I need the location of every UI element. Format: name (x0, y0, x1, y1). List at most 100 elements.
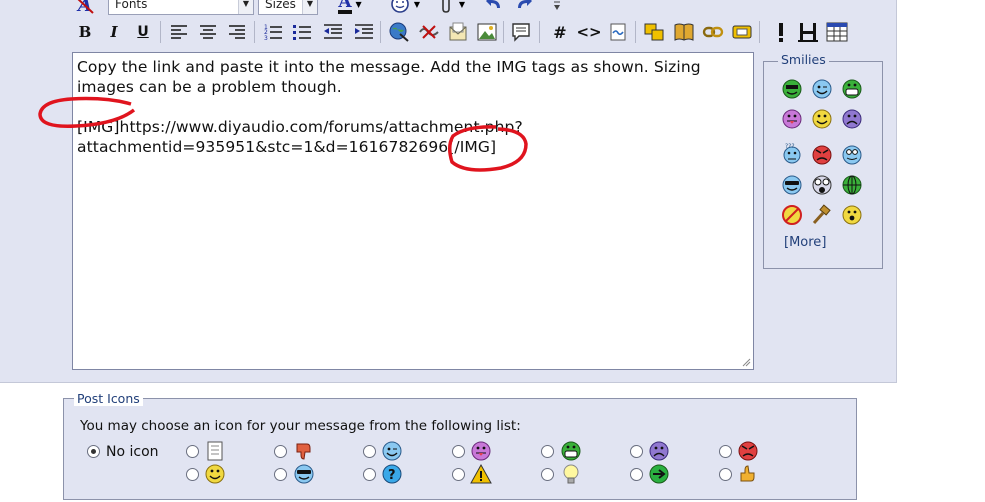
html-code-button[interactable]: <> (576, 21, 602, 43)
ordered-list-button[interactable]: 123 (262, 21, 284, 43)
size-select[interactable]: Sizes ▼ (258, 0, 318, 15)
indent-icon (355, 24, 373, 39)
attachment-menu-button[interactable]: ▼ (432, 0, 472, 15)
smiley-green-icon[interactable] (781, 78, 803, 100)
quote-button[interactable] (510, 21, 532, 43)
font-select-value: Fonts (115, 0, 148, 11)
lightbulb-icon (563, 464, 579, 484)
post-icon-radio[interactable] (363, 468, 376, 481)
post-icon-radio[interactable] (186, 468, 199, 481)
bold-button[interactable]: B (74, 21, 96, 43)
warning-icon (470, 463, 492, 484)
hammer-icon[interactable] (811, 204, 833, 226)
smiley-forbidden-icon[interactable] (781, 204, 803, 226)
smiley-grin-icon[interactable] (841, 78, 863, 100)
smiley-confused-icon[interactable]: ??? (781, 142, 803, 164)
media-button[interactable] (731, 21, 753, 43)
paperclip-icon (442, 0, 450, 13)
book-button[interactable] (673, 21, 695, 43)
smiley-mad-icon[interactable] (811, 144, 833, 166)
toolbar-separator (539, 21, 540, 43)
toolbar-separator (635, 21, 636, 43)
email-link-button[interactable] (447, 21, 469, 43)
undo-button[interactable] (484, 0, 506, 14)
question-icon: ? (382, 464, 402, 484)
align-left-icon (171, 25, 187, 39)
underline-button[interactable]: U (132, 21, 154, 43)
spoiler-button[interactable] (643, 21, 665, 43)
highlight-button[interactable] (770, 21, 792, 43)
thumbs-up-icon (740, 465, 755, 482)
smiley-eek-icon[interactable] (811, 174, 833, 196)
toolbar-separator (254, 21, 255, 43)
message-line: attachmentid=935951&stc=1&d=1616782696[/… (77, 138, 497, 156)
smiley-wink-icon[interactable] (811, 78, 833, 100)
smiley-rolleyes-icon[interactable] (841, 144, 863, 166)
post-icon-radio[interactable] (719, 445, 732, 458)
message-line: Copy the link and paste it into the mess… (77, 58, 701, 76)
post-icon-radio[interactable] (630, 445, 643, 458)
smiley-menu-button[interactable]: ▼ (384, 0, 426, 15)
redo-button[interactable] (512, 0, 534, 14)
remove-format-icon[interactable]: A (74, 0, 96, 16)
align-center-button[interactable] (197, 21, 219, 43)
chevron-down-icon: ▼ (355, 0, 362, 9)
insert-image-button[interactable] (476, 21, 498, 43)
thumbs-down-icon (296, 443, 311, 460)
italic-icon: I (110, 23, 118, 41)
align-right-button[interactable] (226, 21, 248, 43)
more-toolbar-handle[interactable] (550, 0, 564, 16)
unlink-button[interactable] (418, 21, 440, 43)
smiley-surprised-icon[interactable] (841, 204, 863, 226)
align-left-button[interactable] (168, 21, 190, 43)
code-icon: <> (576, 23, 602, 41)
book-icon (674, 23, 694, 41)
redo-icon (518, 0, 532, 8)
chevron-down-icon: ▼ (413, 0, 421, 9)
svg-text:A: A (76, 0, 92, 15)
php-code-button[interactable] (607, 21, 629, 43)
unordered-list-icon (293, 25, 311, 40)
smiley-tongue-icon[interactable] (781, 108, 803, 130)
post-icon-radio[interactable] (452, 468, 465, 481)
post-icons-legend: Post Icons (74, 391, 143, 406)
post-icon-radio[interactable] (274, 468, 287, 481)
post-icon-radio[interactable] (274, 445, 287, 458)
horizontal-rule-button[interactable] (797, 21, 819, 43)
arrow-right-icon (649, 464, 669, 484)
post-icon-radio[interactable] (363, 445, 376, 458)
resize-grip-icon[interactable] (741, 357, 751, 367)
smiley-smile-icon[interactable] (811, 108, 833, 130)
chain-link-button[interactable] (702, 21, 724, 43)
font-select[interactable]: Fonts ▼ (108, 0, 254, 15)
smiley-globe-icon[interactable] (841, 174, 863, 196)
post-icon-radio[interactable] (541, 445, 554, 458)
chevron-down-icon (554, 1, 560, 10)
insert-link-button[interactable] (388, 21, 410, 43)
code-hash-button[interactable]: # (549, 21, 571, 43)
smiley-cool-icon[interactable] (781, 174, 803, 196)
post-icon-radio[interactable] (186, 445, 199, 458)
smiley-smile-icon (205, 464, 225, 484)
no-icon-radio[interactable] (87, 445, 100, 458)
italic-button[interactable]: I (103, 21, 125, 43)
post-icon-radio[interactable] (719, 468, 732, 481)
post-icon-radio[interactable] (630, 468, 643, 481)
chevron-down-icon: ▼ (238, 0, 253, 14)
outdent-icon (324, 24, 342, 39)
smiley-cool-icon (294, 464, 314, 484)
smilies-legend: Smilies (778, 52, 829, 67)
smiley-sad-icon[interactable] (841, 108, 863, 130)
text-color-button[interactable]: A ▼ (330, 0, 370, 15)
table-button[interactable] (826, 21, 848, 43)
message-textarea[interactable]: Copy the link and paste it into the mess… (72, 52, 754, 370)
unordered-list-button[interactable] (291, 21, 313, 43)
message-line: [IMG]https://www.diyaudio.com/forums/att… (77, 118, 523, 136)
post-icon-radio[interactable] (452, 445, 465, 458)
indent-button[interactable] (353, 21, 375, 43)
smiley-grin-icon (561, 441, 581, 461)
post-icon-radio[interactable] (541, 468, 554, 481)
outdent-button[interactable] (322, 21, 344, 43)
more-smilies-link[interactable]: More (789, 235, 821, 250)
